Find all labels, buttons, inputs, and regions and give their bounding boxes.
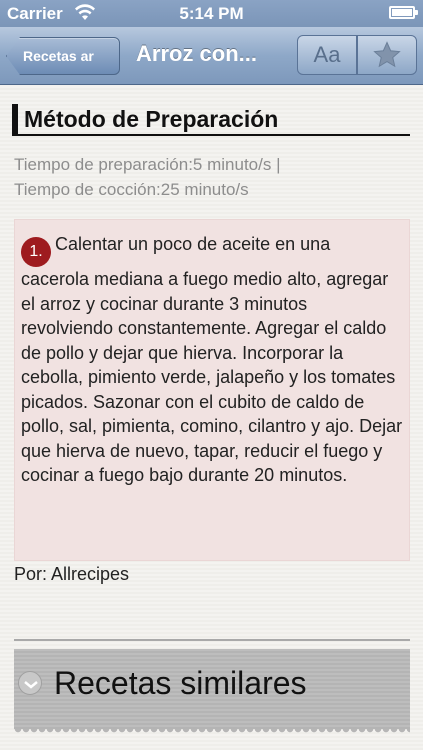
chevron-down-icon (18, 671, 42, 695)
navigation-bar: Recetas ar Arroz con... Aa (0, 27, 423, 85)
time-info: Tiempo de preparación:5 minuto/s | Tiemp… (14, 152, 404, 202)
font-size-label: Aa (313, 42, 341, 67)
status-bar: Carrier 5:14 PM (0, 0, 423, 27)
similar-recipes-button[interactable]: Recetas similares (14, 649, 410, 735)
back-button[interactable]: Recetas ar (6, 37, 120, 75)
similar-recipes-label: Recetas similares (54, 665, 307, 701)
star-icon (373, 41, 401, 68)
page-title: Arroz con... (136, 41, 258, 66)
section-title: Método de Preparación (24, 106, 279, 132)
prep-time: Tiempo de preparación:5 minuto/s | (14, 155, 281, 174)
section-heading: Método de Preparación (12, 104, 410, 136)
step-number-badge: 1. (21, 237, 51, 267)
battery-icon (389, 6, 418, 19)
font-size-button[interactable]: Aa (297, 35, 357, 75)
favorite-button[interactable] (357, 35, 417, 75)
author-credit: Por: Allrecipes (14, 564, 130, 584)
cook-time: Tiempo de cocción:25 minuto/s (14, 180, 249, 199)
step-text-block: 1. Calentar un poco de aceite en una cace… (21, 232, 403, 488)
step-card: 1. Calentar un poco de aceite en una cace… (14, 219, 410, 561)
step-text: Calentar un poco de aceite en una cacero… (21, 234, 403, 485)
divider (14, 639, 410, 641)
status-time: 5:14 PM (179, 4, 244, 23)
recipe-content[interactable]: Método de Preparación Tiempo de preparac… (0, 86, 423, 750)
